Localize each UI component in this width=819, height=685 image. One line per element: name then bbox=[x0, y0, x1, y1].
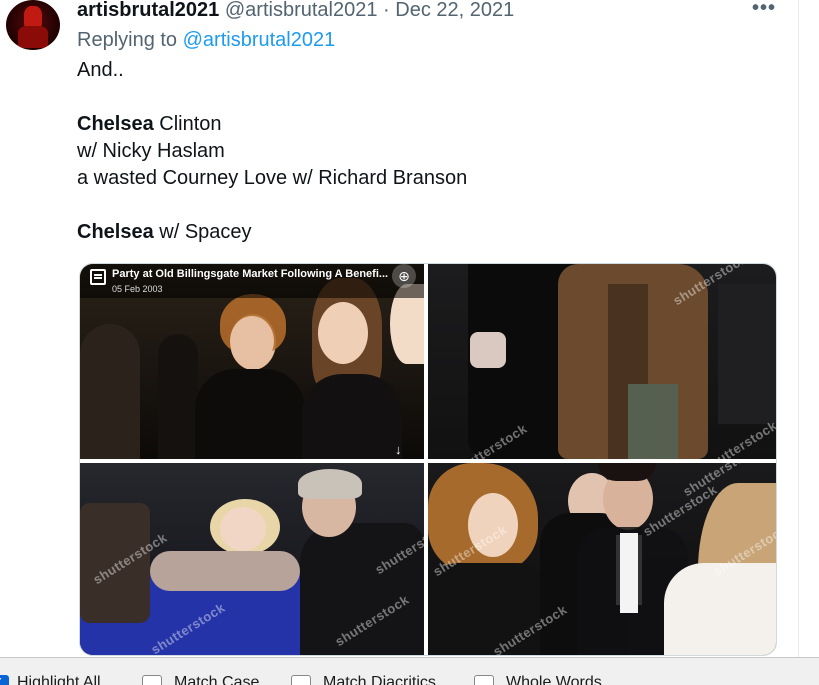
tweet-page: artisbrutal2021 @artisbrutal2021 · Dec 2… bbox=[0, 0, 819, 685]
timeline-border bbox=[798, 0, 799, 657]
download-icon[interactable]: ↓ bbox=[395, 442, 402, 457]
image-caption-date: 05 Feb 2003 bbox=[112, 284, 163, 294]
header-separator: · bbox=[383, 0, 390, 21]
match-diacritics-label[interactable]: Match Diacritics bbox=[323, 674, 436, 685]
author-handle[interactable]: @artisbrutal2021 bbox=[225, 0, 378, 21]
photo-2[interactable]: shutterstock shutterstock shutterstock bbox=[428, 264, 777, 459]
person-legs bbox=[628, 384, 678, 459]
media-grid: Party at Old Billingsgate Market Followi… bbox=[79, 263, 777, 656]
tweet-line: And.. bbox=[77, 59, 124, 81]
tweet-line: a wasted Courney Love w/ Richard Branson bbox=[77, 167, 468, 189]
avatar-figure bbox=[24, 6, 42, 28]
handbag bbox=[470, 332, 506, 368]
zoom-icon[interactable]: ⊕ bbox=[392, 264, 416, 288]
replying-handle-link[interactable]: @artisbrutal2021 bbox=[183, 29, 336, 51]
tweet-line bbox=[77, 192, 467, 219]
highlight-all-checkbox[interactable] bbox=[0, 674, 9, 685]
tweet-header: artisbrutal2021 @artisbrutal2021 · Dec 2… bbox=[77, 0, 514, 23]
person-face bbox=[318, 302, 368, 364]
author-name[interactable]: artisbrutal2021 bbox=[77, 0, 219, 21]
replying-to: Replying to @artisbrutal2021 bbox=[77, 27, 335, 53]
photo-3[interactable]: shutterstock shutterstock shutterstock s… bbox=[80, 463, 424, 655]
whole-words-checkbox[interactable] bbox=[474, 675, 494, 685]
document-icon bbox=[90, 269, 106, 285]
match-diacritics-checkbox[interactable] bbox=[291, 675, 311, 685]
photo-4[interactable]: shutterstock shutterstock shutterstock s… bbox=[428, 463, 776, 655]
tweet-line: Chelsea w/ Spacey bbox=[77, 221, 252, 243]
avatar-figure-body bbox=[18, 26, 48, 48]
highlight-all-label[interactable]: Highlight All bbox=[17, 674, 101, 685]
tweet-line: Chelsea Clinton bbox=[77, 113, 222, 135]
avatar[interactable] bbox=[6, 0, 60, 50]
more-options-icon[interactable]: ••• bbox=[752, 0, 776, 20]
match-case-checkbox[interactable] bbox=[142, 675, 162, 685]
tweet-line bbox=[77, 84, 467, 111]
person-hair bbox=[298, 469, 362, 499]
person-face bbox=[230, 316, 274, 366]
match-case-label[interactable]: Match Case bbox=[174, 674, 259, 685]
image-caption-bar: Party at Old Billingsgate Market Followi… bbox=[80, 264, 424, 298]
tweet-date[interactable]: Dec 22, 2021 bbox=[395, 0, 514, 21]
whole-words-label[interactable]: Whole Words bbox=[506, 674, 602, 685]
background-figure bbox=[718, 284, 776, 424]
person-silhouette bbox=[158, 334, 198, 459]
person-hair bbox=[598, 463, 656, 481]
find-bar: Highlight All Match Case Match Diacritic… bbox=[0, 657, 819, 685]
person-silhouette bbox=[80, 324, 140, 459]
person-face bbox=[220, 507, 266, 551]
watermark: shutterstock bbox=[700, 417, 777, 459]
person-body bbox=[302, 374, 402, 459]
replying-prefix: Replying to bbox=[77, 29, 183, 51]
tweet-line: w/ Nicky Haslam bbox=[77, 140, 225, 162]
person-body bbox=[150, 551, 300, 591]
person-body bbox=[195, 369, 305, 459]
tweet-text: And.. Chelsea Clinton w/ Nicky Haslam a … bbox=[77, 57, 467, 246]
shirt bbox=[620, 533, 638, 613]
image-caption-title: Party at Old Billingsgate Market Followi… bbox=[112, 268, 389, 280]
person-body bbox=[428, 563, 548, 655]
photo-1[interactable]: Party at Old Billingsgate Market Followi… bbox=[80, 264, 424, 459]
